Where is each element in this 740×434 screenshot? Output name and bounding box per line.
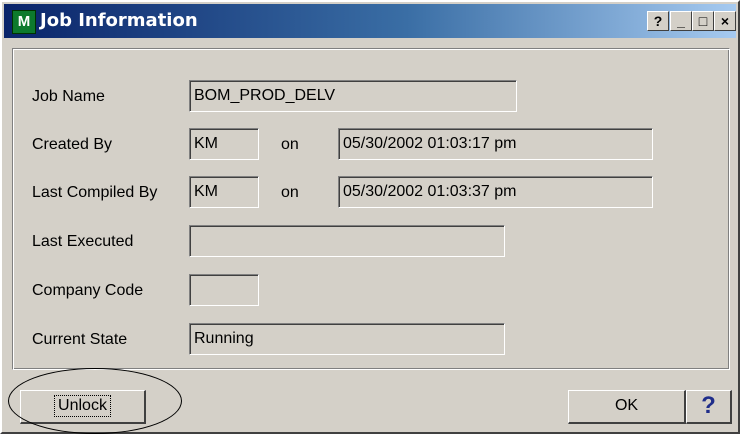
highlight-ellipse (8, 368, 182, 434)
minimize-button[interactable]: _ (670, 11, 692, 31)
help-button[interactable]: ? (686, 390, 732, 424)
title-help-button[interactable]: ? (647, 11, 669, 31)
title-bar[interactable]: M Job Information ? _ □ × (4, 4, 736, 38)
current-state-label: Current State (32, 331, 128, 348)
compiled-date-field[interactable]: 05/30/2002 01:03:37 pm (338, 176, 653, 208)
created-by-field[interactable]: KM (189, 128, 259, 160)
job-name-field[interactable]: BOM_PROD_DELV (189, 80, 517, 112)
job-name-label: Job Name (32, 88, 105, 105)
company-code-label: Company Code (32, 282, 144, 299)
created-on-label: on (281, 136, 299, 153)
last-executed-field[interactable] (189, 225, 505, 257)
last-compiled-by-field[interactable]: KM (189, 176, 259, 208)
app-m-icon: M (12, 10, 36, 34)
window-title: Job Information (40, 10, 198, 31)
maximize-button[interactable]: □ (692, 11, 714, 31)
company-code-field[interactable] (189, 274, 259, 306)
compiled-on-label: on (281, 184, 299, 201)
created-date-field[interactable]: 05/30/2002 01:03:17 pm (338, 128, 653, 160)
close-button[interactable]: × (714, 11, 736, 31)
last-compiled-by-label: Last Compiled By (32, 184, 158, 201)
help-question-icon: ? (701, 392, 716, 419)
last-executed-label: Last Executed (32, 233, 134, 250)
ok-button[interactable]: OK (568, 390, 686, 424)
current-state-field[interactable]: Running (189, 323, 505, 355)
created-by-label: Created By (32, 136, 113, 153)
job-information-dialog: M Job Information ? _ □ × Job Name BOM_P… (0, 0, 740, 434)
